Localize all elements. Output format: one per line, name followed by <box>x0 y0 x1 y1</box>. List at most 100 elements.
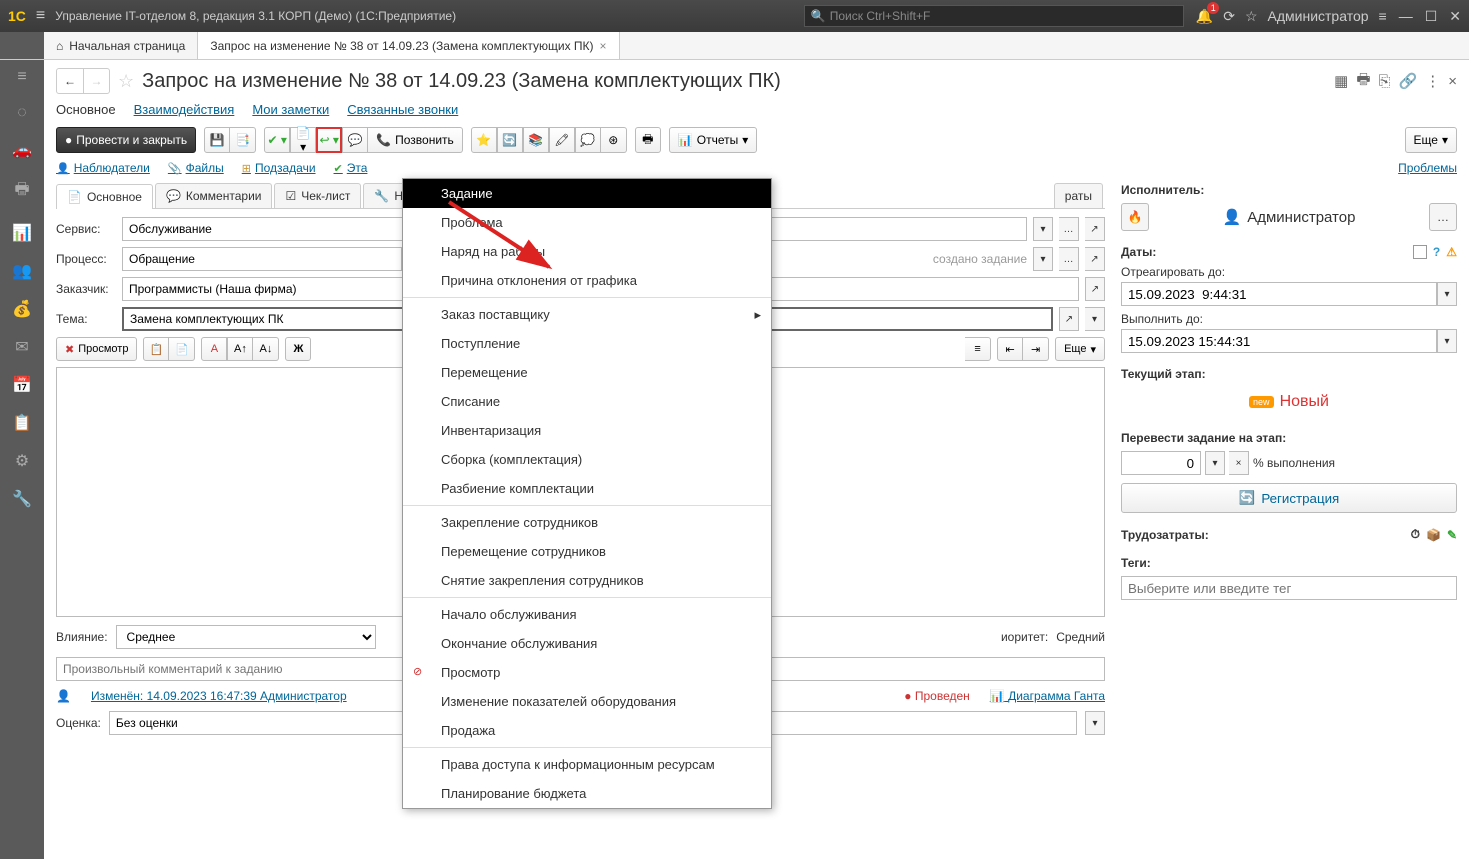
font-color-button[interactable]: A <box>201 337 227 361</box>
sidebar-circle-icon[interactable]: ◌ <box>17 104 27 122</box>
inner-tab-costs[interactable]: раты <box>1054 183 1103 208</box>
menu-item[interactable]: Права доступа к информационным ресурсам <box>403 750 771 779</box>
complete-date-input[interactable] <box>1121 329 1437 353</box>
comment-button[interactable]: 💭 <box>575 127 601 153</box>
post-and-close-button[interactable]: ● Провести и закрыть <box>56 127 196 153</box>
sidebar-gear-icon[interactable]: ⚙ <box>15 451 29 471</box>
indent-button[interactable]: ⇤ <box>997 337 1023 361</box>
menu-item[interactable]: Перемещение <box>403 358 771 387</box>
sidebar-users-icon[interactable]: 👥 <box>12 261 32 281</box>
react-date-button[interactable]: ▾ <box>1437 282 1457 306</box>
font-up-button[interactable]: A↑ <box>227 337 253 361</box>
sidebar-clipboard-icon[interactable]: 📋 <box>12 413 32 433</box>
doc-dropdown-button[interactable]: 📄 ▾ <box>290 127 316 153</box>
menu-item[interactable]: Окончание обслуживания <box>403 629 771 658</box>
process-more-button[interactable]: … <box>1059 247 1079 271</box>
layout-icon[interactable]: ▦ <box>1334 72 1348 90</box>
call-button[interactable]: 📞 Позвонить <box>368 127 463 153</box>
customer-open-button[interactable]: ↗ <box>1085 277 1105 301</box>
percent-clear-button[interactable]: × <box>1229 451 1249 475</box>
help-icon[interactable]: ? <box>1433 245 1440 259</box>
minimize-button[interactable]: — <box>1399 8 1413 25</box>
preview-button[interactable]: ✖ Просмотр <box>56 337 137 361</box>
labor-icon2[interactable]: 📦 <box>1426 528 1441 542</box>
impact-select[interactable]: Среднее <box>116 625 376 649</box>
menu-item[interactable]: Перемещение сотрудников <box>403 537 771 566</box>
close-doc-icon[interactable]: × <box>1448 73 1457 90</box>
copy-icon[interactable]: ⎘ <box>1379 73 1391 90</box>
bold-button[interactable]: Ж <box>285 337 311 361</box>
tags-input[interactable] <box>1121 576 1457 600</box>
menu-item[interactable]: Причина отклонения от графика <box>403 266 771 295</box>
labor-icon1[interactable]: ⏱ <box>1411 527 1420 542</box>
sidebar-menu-icon[interactable]: ≡ <box>17 68 26 86</box>
create-based-on-button[interactable]: ↩ ▾ <box>316 127 342 153</box>
editor-more-button[interactable]: Еще ▾ <box>1055 337 1105 361</box>
more-button[interactable]: Еще ▾ <box>1405 127 1457 153</box>
menu-item[interactable]: ⊘Просмотр <box>403 658 771 687</box>
subnav-main[interactable]: Основное <box>56 102 116 117</box>
subnav-notes[interactable]: Мои заметки <box>252 102 329 117</box>
inner-tab-comments[interactable]: 💬Комментарии <box>155 183 273 208</box>
register-button[interactable]: 🔄Регистрация <box>1121 483 1457 513</box>
star-icon[interactable]: ☆ <box>1245 8 1258 25</box>
rating-dropdown-button[interactable]: ▾ <box>1085 711 1105 735</box>
menu-item[interactable]: Наряд на работы <box>403 237 771 266</box>
menu-item[interactable]: Продажа <box>403 716 771 745</box>
tab-close-icon[interactable]: × <box>600 39 607 53</box>
user-label[interactable]: Администратор <box>1268 8 1369 24</box>
observers-link[interactable]: 👤Наблюдатели <box>56 161 150 175</box>
post-button[interactable]: 📑 <box>230 127 256 153</box>
service-open-button[interactable]: ↗ <box>1085 217 1105 241</box>
service-dropdown-button[interactable]: ▾ <box>1033 217 1053 241</box>
close-button[interactable]: ✕ <box>1449 8 1461 25</box>
reports-button[interactable]: 📊 Отчеты ▾ <box>669 127 757 153</box>
menu-item[interactable]: Изменение показателей оборудования <box>403 687 771 716</box>
nav-forward-button[interactable]: → <box>83 69 109 93</box>
favorite-star-icon[interactable]: ☆ <box>118 71 134 92</box>
history-icon[interactable]: ⟳ <box>1223 8 1235 25</box>
subtasks-link[interactable]: ⊞Подзадачи <box>242 161 316 175</box>
problems-link[interactable]: Проблемы <box>1398 161 1457 175</box>
nav-back-button[interactable]: ← <box>57 69 83 93</box>
sidebar-car-icon[interactable]: 🚗 <box>12 140 32 160</box>
font-down-button[interactable]: A↓ <box>253 337 279 361</box>
stages-link[interactable]: ✔Эта <box>334 161 368 175</box>
inner-tab-main[interactable]: 📄Основное <box>56 184 153 209</box>
tab-document[interactable]: Запрос на изменение № 38 от 14.09.23 (За… <box>198 32 619 59</box>
menu-item[interactable]: Заказ поставщику <box>403 300 771 329</box>
align-icon-button[interactable]: ≡ <box>965 337 991 361</box>
highlight-button[interactable]: 🖍 <box>549 127 575 153</box>
sidebar-money-icon[interactable]: 💰 <box>12 299 32 319</box>
executor-pick-button[interactable]: 🔥 <box>1121 203 1149 231</box>
files-link[interactable]: 📎Файлы <box>168 161 224 175</box>
outdent-button[interactable]: ⇥ <box>1023 337 1049 361</box>
menu-item[interactable]: Инвентаризация <box>403 416 771 445</box>
print-icon[interactable]: 🖶 <box>1356 69 1370 94</box>
warning-icon[interactable]: ⚠ <box>1446 245 1457 259</box>
menu-item[interactable]: Задание <box>403 179 771 208</box>
gantt-link[interactable]: 📊 Диаграмма Ганта <box>990 689 1105 703</box>
executor-more-button[interactable]: … <box>1429 203 1457 231</box>
subject-dropdown-button[interactable]: ▾ <box>1085 307 1105 331</box>
sidebar-mail-icon[interactable]: ✉ <box>15 337 28 357</box>
menu-icon[interactable]: ≡ <box>1379 8 1387 24</box>
subnav-calls[interactable]: Связанные звонки <box>347 102 458 117</box>
menu-item[interactable]: Списание <box>403 387 771 416</box>
react-date-input[interactable] <box>1121 282 1437 306</box>
menu-item[interactable]: Сборка (комплектация) <box>403 445 771 474</box>
tab-home[interactable]: ⌂ Начальная страница <box>44 32 198 59</box>
process-dropdown-button[interactable]: ▾ <box>1033 247 1053 271</box>
add-star-button[interactable]: ⭐ <box>471 127 497 153</box>
save-button[interactable]: 💾 <box>204 127 230 153</box>
paste-text-button[interactable]: 📄 <box>169 337 195 361</box>
sidebar-wrench-icon[interactable]: 🔧 <box>12 489 32 509</box>
labor-edit-icon[interactable]: ✎ <box>1447 528 1457 542</box>
sidebar-print-icon[interactable]: 🖶 <box>14 178 29 205</box>
maximize-button[interactable]: ☐ <box>1425 8 1438 25</box>
menu-item[interactable]: Закрепление сотрудников <box>403 508 771 537</box>
ai-button[interactable]: ⊛ <box>601 127 627 153</box>
layers-button[interactable]: 📚 <box>523 127 549 153</box>
copy-text-button[interactable]: 📋 <box>143 337 169 361</box>
sidebar-calendar-icon[interactable]: 📅 <box>12 375 32 395</box>
